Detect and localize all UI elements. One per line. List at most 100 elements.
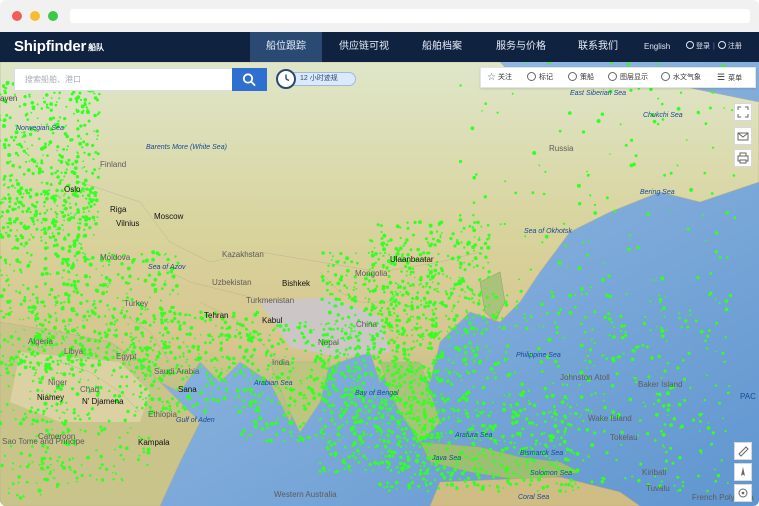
ship-dot[interactable] [181,407,184,409]
ship-dot[interactable] [381,264,385,268]
ship-dot[interactable] [387,429,391,433]
ship-dot[interactable] [413,346,416,348]
ship-dot[interactable] [711,146,715,149]
ship-dot[interactable] [427,368,430,371]
ship-dot[interactable] [309,374,313,379]
ship-dot[interactable] [3,145,7,150]
ship-dot[interactable] [428,223,433,228]
ship-dot[interactable] [487,233,491,237]
ship-dot[interactable] [584,359,587,362]
ship-dot[interactable] [582,459,585,462]
ship-dot[interactable] [445,292,449,296]
ship-dot[interactable] [650,356,654,360]
ship-dot[interactable] [68,323,70,326]
ship-dot[interactable] [69,468,72,471]
ship-dot[interactable] [175,402,179,406]
ship-dot[interactable] [357,453,360,455]
ship-dot[interactable] [463,479,467,483]
ship-dot[interactable] [41,418,45,422]
ship-dot[interactable] [4,138,8,142]
ship-dot[interactable] [320,364,325,369]
ship-dot[interactable] [75,235,80,240]
ship-dot[interactable] [405,468,408,470]
ship-dot[interactable] [311,343,314,347]
ship-dot[interactable] [541,241,544,244]
ship-dot[interactable] [456,239,459,242]
ship-dot[interactable] [552,382,555,385]
ship-dot[interactable] [400,270,403,273]
ship-dot[interactable] [85,132,89,136]
ship-dot[interactable] [171,274,176,279]
ship-dot[interactable] [529,478,534,482]
ship-dot[interactable] [412,436,417,441]
ship-dot[interactable] [576,183,581,188]
ship-dot[interactable] [158,352,162,356]
ship-dot[interactable] [270,400,274,403]
ship-dot[interactable] [72,279,77,284]
ship-dot[interactable] [343,374,347,379]
ship-dot[interactable] [2,201,4,204]
ship-dot[interactable] [433,268,438,273]
ship-dot[interactable] [677,402,682,407]
ship-dot[interactable] [442,465,447,470]
ship-dot[interactable] [450,288,452,290]
ship-dot[interactable] [386,364,390,368]
ship-dot[interactable] [367,399,371,403]
ship-dot[interactable] [413,220,417,224]
ship-dot[interactable] [478,299,481,302]
ship-dot[interactable] [414,361,417,364]
ship-dot[interactable] [320,381,324,385]
ship-dot[interactable] [34,314,38,317]
ship-dot[interactable] [41,300,45,304]
ship-dot[interactable] [126,431,129,434]
ship-dot[interactable] [114,448,116,451]
ship-dot[interactable] [59,179,63,182]
ship-dot[interactable] [372,279,376,282]
ship-dot[interactable] [358,437,363,442]
ship-dot[interactable] [461,334,464,337]
ship-dot[interactable] [440,350,445,355]
ship-dot[interactable] [77,228,80,231]
ship-dot[interactable] [27,305,31,310]
ship-dot[interactable] [564,427,568,431]
ship-dot[interactable] [85,187,89,191]
ship-dot[interactable] [527,389,531,392]
ship-dot[interactable] [434,436,437,439]
ship-dot[interactable] [331,415,333,418]
ship-dot[interactable] [86,198,88,200]
ship-dot[interactable] [452,361,455,365]
ship-dot[interactable] [389,298,392,302]
ship-dot[interactable] [426,490,429,493]
ship-dot[interactable] [63,412,66,414]
ship-dot[interactable] [49,463,52,466]
ship-dot[interactable] [219,346,223,350]
ship-dot[interactable] [407,484,410,487]
ship-dot[interactable] [628,234,632,237]
ship-dot[interactable] [141,334,145,338]
ship-dot[interactable] [642,401,645,404]
ship-dot[interactable] [481,401,486,406]
ship-dot[interactable] [148,323,152,327]
ship-dot[interactable] [99,425,103,429]
ship-dot[interactable] [431,309,434,312]
ship-dot[interactable] [301,332,304,336]
ship-dot[interactable] [1,198,4,201]
ship-dot[interactable] [399,456,402,459]
ship-dot[interactable] [105,467,109,471]
ship-dot[interactable] [196,348,200,352]
ship-dot[interactable] [319,358,323,362]
ship-dot[interactable] [447,417,450,420]
ship-dot[interactable] [178,324,182,327]
ship-dot[interactable] [565,383,569,387]
ship-dot[interactable] [35,212,39,216]
ship-dot[interactable] [448,344,451,347]
ship-dot[interactable] [51,234,56,239]
ship-dot[interactable] [244,406,247,409]
ship-dot[interactable] [211,397,216,402]
ship-dot[interactable] [122,458,125,461]
ship-dot[interactable] [274,327,276,329]
ship-dot[interactable] [721,351,725,355]
ship-dot[interactable] [489,411,493,414]
ship-dot[interactable] [56,459,59,462]
ship-dot[interactable] [569,412,572,415]
